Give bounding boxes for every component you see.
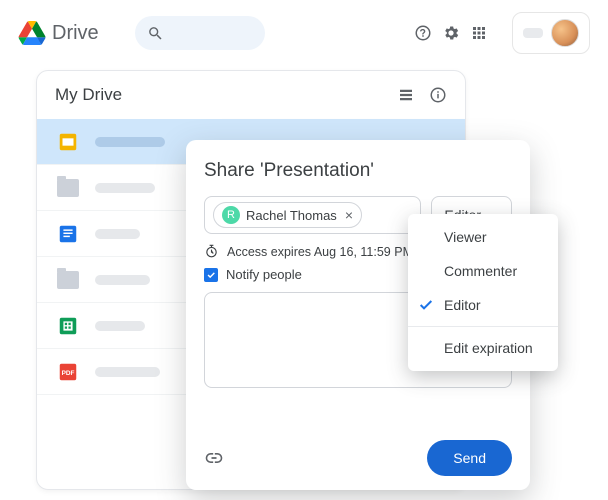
copy-link-icon[interactable] [204,448,224,468]
expiration-text: Access expires Aug 16, 11:59 PM [227,245,413,259]
window-header: My Drive [37,71,465,119]
file-name-placeholder [95,183,155,193]
window-title: My Drive [55,85,122,105]
folder-icon [57,269,79,291]
file-name-placeholder [95,137,165,147]
account-card[interactable] [512,12,590,54]
send-button[interactable]: Send [427,440,512,476]
menu-editor[interactable]: Editor [408,288,558,322]
share-title: Share 'Presentation' [204,160,512,182]
settings-icon[interactable] [442,24,460,42]
slides-icon [57,131,79,153]
pdf-icon: PDF [57,361,79,383]
menu-commenter[interactable]: Commenter [408,254,558,288]
svg-text:PDF: PDF [62,370,75,377]
info-icon[interactable] [429,86,447,104]
person-name: Rachel Thomas [246,208,337,223]
top-bar: Drive [0,0,608,66]
file-name-placeholder [95,275,150,285]
sheets-icon [57,315,79,337]
file-name-placeholder [95,321,145,331]
role-menu: Viewer Commenter Editor Edit expiration [408,214,558,371]
notify-checkbox[interactable] [204,268,218,282]
docs-icon [57,223,79,245]
timer-icon [204,244,219,259]
drive-logo-icon [18,21,46,45]
drive-logo[interactable]: Drive [18,21,99,45]
menu-edit-expiration[interactable]: Edit expiration [408,331,558,365]
notify-label: Notify people [226,267,302,282]
menu-divider [408,326,558,327]
person-avatar: R [222,206,240,224]
people-input[interactable]: R Rachel Thomas × [204,196,421,234]
account-placeholder [523,28,543,38]
file-name-placeholder [95,367,160,377]
search-icon [147,25,164,42]
apps-icon[interactable] [470,24,488,42]
file-name-placeholder [95,229,140,239]
list-view-icon[interactable] [397,86,415,104]
top-icons [414,24,488,42]
folder-icon [57,177,79,199]
remove-person-icon[interactable]: × [345,207,353,223]
avatar [551,19,579,47]
product-name: Drive [52,22,99,45]
help-icon[interactable] [414,24,432,42]
check-icon [206,270,216,280]
search-input[interactable] [135,16,265,50]
person-chip[interactable]: R Rachel Thomas × [213,202,362,228]
menu-viewer[interactable]: Viewer [408,220,558,254]
